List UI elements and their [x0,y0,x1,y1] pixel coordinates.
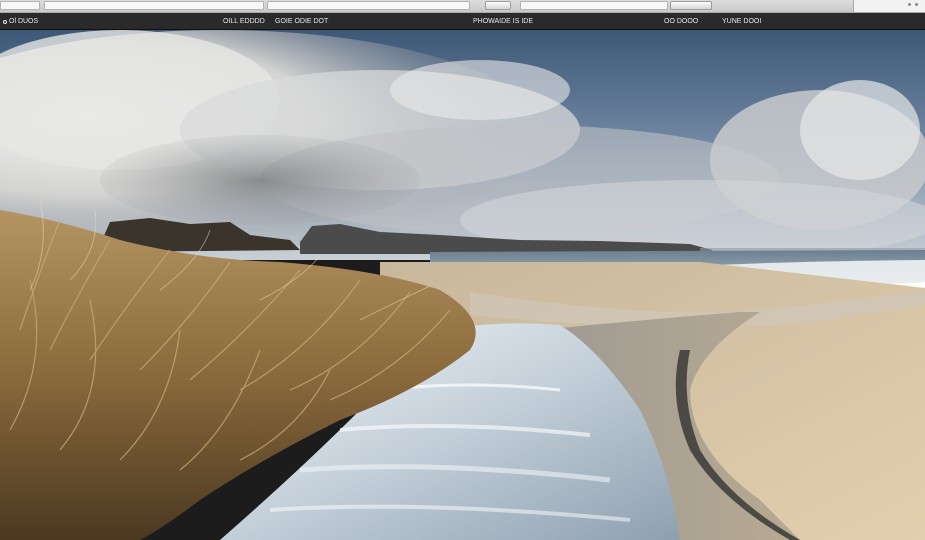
path-field[interactable] [44,1,264,10]
top-toolbar [0,0,925,13]
zoom-button[interactable] [670,1,712,10]
menu-item-4[interactable]: PHOWAIDE IS IDE [473,17,545,27]
menu-item-3[interactable]: GOIE ODIE DOT [275,17,333,27]
address-field[interactable] [0,1,40,10]
circle-icon [3,20,7,24]
menu-item-1[interactable]: Ol DUOS [3,17,45,27]
filter-field[interactable] [520,1,668,10]
window-controls [853,0,925,12]
menu-item-5[interactable]: OO DOOO [664,17,698,27]
window-dot-icon[interactable] [915,3,918,6]
photo-viewer-window: Ol DUOS OILL EDDDD GOIE ODIE DOT PHOWAID… [0,0,925,540]
menu-item-6[interactable]: YUNE DOOI [722,17,762,27]
menu-bar: Ol DUOS OILL EDDDD GOIE ODIE DOT PHOWAID… [0,13,925,30]
menu-item-label: OO DOOO [664,18,699,25]
photo-canvas[interactable] [0,30,925,540]
menu-item-label: OILL EDDDD [223,18,265,25]
window-dot-icon[interactable] [908,3,911,6]
menu-item-label: Ol DUOS [9,18,39,25]
menu-item-2[interactable]: OILL EDDDD [223,17,265,27]
menu-item-label: PHOWAIDE IS IDE [473,18,534,25]
beach-photo [0,30,925,540]
go-button[interactable] [485,1,511,10]
menu-item-label: YUNE DOOI [722,18,762,25]
search-field[interactable] [267,1,470,10]
menu-item-label: GOIE ODIE DOT [275,18,329,25]
